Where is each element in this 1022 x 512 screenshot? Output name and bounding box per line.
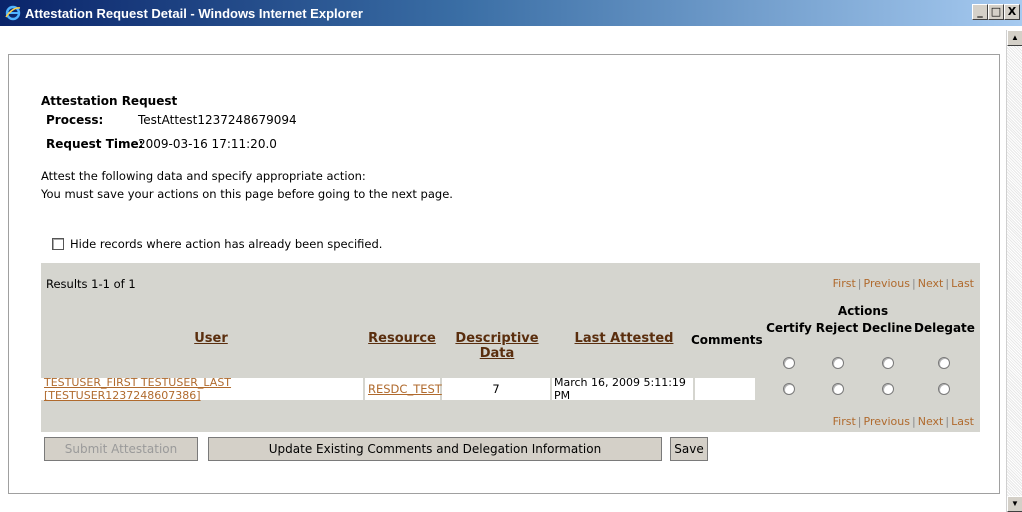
scroll-up-arrow-icon[interactable]: ▲ (1007, 30, 1022, 46)
window-title: Attestation Request Detail - Windows Int… (25, 5, 363, 21)
results-panel: Results 1-1 of 1 First | Previous | Next | Las… (41, 263, 980, 461)
column-header-descriptive-data[interactable]: Descriptive Data (443, 331, 551, 361)
column-header-user[interactable]: User (141, 331, 281, 346)
scroll-down-arrow-icon[interactable]: ▼ (1007, 496, 1022, 512)
pager-separator: | (857, 415, 862, 428)
pager-separator: | (912, 277, 916, 290)
pager-first-link[interactable]: First (833, 415, 856, 428)
hide-records-checkbox[interactable] (52, 238, 64, 250)
column-header-decline: Decline (862, 321, 913, 335)
section-title: Attestation Request (41, 94, 178, 108)
delegate-all-radio[interactable] (938, 357, 950, 369)
process-value: TestAttest1237248679094 (138, 113, 297, 127)
vertical-scrollbar[interactable]: ▲ ▼ (1006, 30, 1022, 512)
row-last-attested: March 16, 2009 5:11:19 PM (552, 376, 693, 402)
pager-first-link[interactable]: First (833, 277, 856, 290)
column-header-reject: Reject (815, 321, 859, 335)
hide-records-label: Hide records where action has already be… (70, 237, 383, 251)
hide-records-row: Hide records where action has already be… (52, 237, 382, 251)
pager-top: First | Previous | Next | Last (833, 277, 974, 290)
pager-next-link[interactable]: Next (918, 277, 944, 290)
request-time-label: Request Time: (46, 137, 144, 151)
pager-last-link[interactable]: Last (951, 415, 974, 428)
pager-previous-link[interactable]: Previous (864, 415, 911, 428)
minimize-button[interactable]: _ (972, 4, 988, 20)
pager-separator: | (945, 415, 950, 428)
row-decline-radio[interactable] (882, 383, 894, 395)
row-comments-cell[interactable] (695, 378, 755, 400)
actions-group-header: Actions (837, 304, 889, 318)
pager-separator: | (945, 277, 950, 290)
column-header-last-attested[interactable]: Last Attested (571, 331, 677, 346)
column-header-comments: Comments (691, 333, 763, 347)
maximize-button[interactable]: □ (988, 4, 1004, 20)
decline-all-radio[interactable] (882, 357, 894, 369)
pager-next-link[interactable]: Next (918, 415, 944, 428)
reject-all-radio[interactable] (832, 357, 844, 369)
pager-separator: | (857, 277, 862, 290)
pager-previous-link[interactable]: Previous (864, 277, 911, 290)
row-user-link[interactable]: TESTUSER_FIRST TESTUSER_LAST [TESTUSER12… (41, 376, 363, 402)
internet-explorer-icon (4, 4, 22, 22)
update-comments-delegation-button[interactable]: Update Existing Comments and Delegation … (208, 437, 662, 461)
submit-attestation-button[interactable]: Submit Attestation (44, 437, 198, 461)
row-delegate-radio[interactable] (938, 383, 950, 395)
process-label: Process: (46, 113, 104, 127)
results-count: Results 1-1 of 1 (46, 277, 136, 291)
row-certify-radio[interactable] (783, 383, 795, 395)
column-header-certify: Certify (766, 321, 812, 335)
row-reject-radio[interactable] (832, 383, 844, 395)
certify-all-radio[interactable] (783, 357, 795, 369)
instruction-line-2: You must save your actions on this page … (41, 187, 453, 201)
request-time-value: 2009-03-16 17:11:20.0 (138, 137, 277, 151)
pager-separator: | (912, 415, 916, 428)
save-button[interactable]: Save (670, 437, 708, 461)
close-button[interactable]: X (1004, 4, 1020, 20)
row-resource-link[interactable]: RESDC_TEST (365, 378, 442, 400)
row-descriptive-data: 7 (442, 378, 550, 400)
instruction-line-1: Attest the following data and specify ap… (41, 169, 366, 183)
pager-last-link[interactable]: Last (951, 277, 974, 290)
pager-bottom: First | Previous | Next | Last (832, 415, 974, 428)
window-titlebar: Attestation Request Detail - Windows Int… (0, 0, 1022, 26)
column-header-resource[interactable]: Resource (365, 331, 439, 346)
column-header-delegate: Delegate (914, 321, 975, 335)
